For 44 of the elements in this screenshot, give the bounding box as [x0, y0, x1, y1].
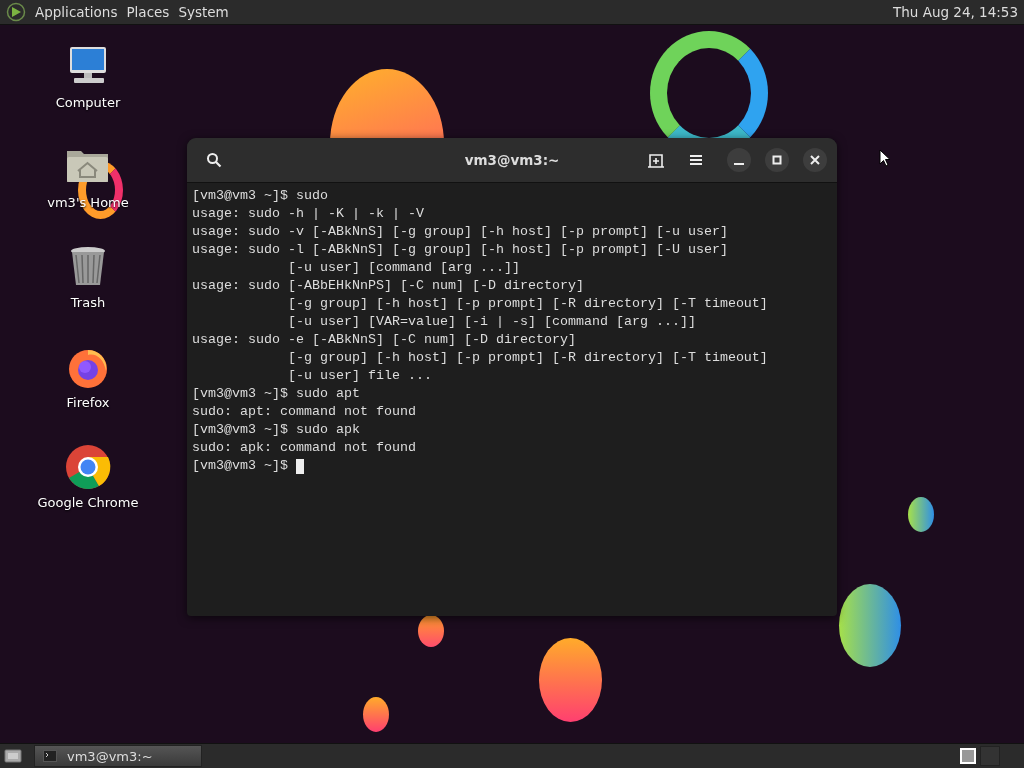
text-cursor: [296, 458, 304, 474]
menu-item[interactable]: Places: [126, 4, 170, 20]
menu-icon: [689, 154, 703, 166]
icon-label[interactable]: Firefox: [66, 395, 110, 410]
icon-label[interactable]: Google Chrome: [37, 495, 139, 510]
gradient-blob: [908, 497, 934, 532]
terminal-icon: [43, 750, 57, 762]
terminal-line: usage: sudo [-ABbEHkNnPS] [-C num] [-D directory]: [192, 277, 585, 295]
menu-logo-icon: [6, 2, 26, 22]
minimize-button[interactable]: [727, 148, 751, 172]
terminal-line: [-u user] [command [arg ...]]: [286, 259, 521, 277]
terminal-line: usage: sudo -v [-ABkNnS] [-g group] [-h host] [-p prompt] [-u user]: [192, 223, 729, 241]
terminal-prompt: [vm3@vm3 ~]$: [192, 457, 288, 475]
gradient-blob: [418, 615, 444, 647]
terminal-line: usage: sudo -l [-ABkNnS] [-g group] [-h host] [-p prompt] [-U user]: [192, 241, 729, 259]
terminal-line: [vm3@vm3 ~]$ sudo apk: [192, 421, 361, 439]
window-title: vm3@vm3:~: [464, 152, 560, 168]
terminal-line: [-u user] [VAR=value] [-i | -s] [command [arg ...]]: [286, 313, 697, 331]
desktop-icon: [4, 749, 22, 763]
terminal-line: [vm3@vm3 ~]$ sudo: [192, 187, 329, 205]
maximize-icon: [772, 155, 782, 165]
taskbar-window-button[interactable]: vm3@vm3:~: [34, 745, 202, 767]
close-button[interactable]: [803, 148, 827, 172]
terminal-line: [vm3@vm3 ~]$ sudo apt: [192, 385, 361, 403]
minimize-icon: [734, 163, 744, 165]
icon-label[interactable]: Trash: [70, 295, 106, 310]
close-icon: [810, 155, 820, 165]
icon-label[interactable]: Computer: [55, 95, 121, 110]
menu-item[interactable]: System: [178, 4, 229, 20]
search-icon: [206, 152, 222, 168]
chrome-icon: [64, 443, 112, 491]
mouse-pointer-icon: [879, 149, 891, 167]
new-tab-icon: [648, 152, 664, 168]
terminal-line: [-g group] [-h host] [-p prompt] [-R directory] [-T timeout]: [286, 349, 769, 367]
maximize-button[interactable]: [765, 148, 789, 172]
clock[interactable]: Thu Aug 24, 14:53: [893, 4, 1024, 20]
menu-item[interactable]: Applications: [35, 4, 118, 20]
gradient-blob: [363, 697, 389, 732]
terminal-line: usage: sudo -e [-ABkNnS] [-C num] [-D directory]: [192, 331, 577, 349]
terminal-line: [-g group] [-h host] [-p prompt] [-R directory] [-T timeout]: [286, 295, 769, 313]
terminal-line: [-u user] file ...: [286, 367, 433, 385]
terminal-line: sudo: apt: command not found: [192, 403, 417, 421]
terminal-line: usage: sudo -h | -K | -k | -V: [192, 205, 425, 223]
terminal-line: sudo: apk: command not found: [192, 439, 417, 457]
